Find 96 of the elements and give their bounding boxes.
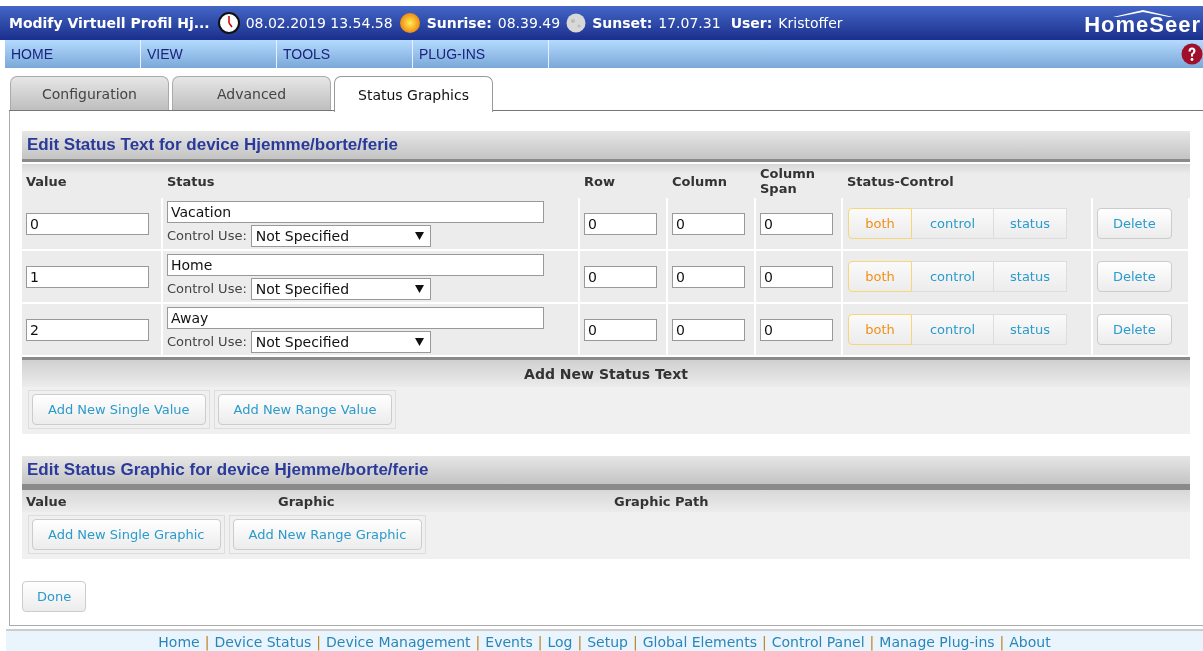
date-time: 08.02.2019 13.54.58 xyxy=(245,15,393,31)
mode-button[interactable]: both xyxy=(848,314,912,345)
control-use-label: Control Use: xyxy=(167,281,247,296)
column-header: Status xyxy=(166,173,216,189)
tab[interactable]: Status Graphics xyxy=(334,76,493,112)
roof-icon xyxy=(1112,10,1173,17)
mode-button[interactable]: status xyxy=(994,208,1067,239)
column-header: Value xyxy=(25,493,68,509)
separator: | xyxy=(577,634,583,650)
user-label: User: xyxy=(730,15,773,31)
status-field[interactable]: Away xyxy=(167,306,544,329)
caret-icon xyxy=(414,337,424,346)
value-field[interactable]: 1 xyxy=(26,265,149,288)
separator: | xyxy=(204,634,210,650)
user-name: Kristoffer xyxy=(778,15,843,31)
mode-button[interactable]: control xyxy=(912,314,994,345)
sunset-time: 17.07.31 xyxy=(658,15,721,31)
column-header: Status-Control xyxy=(846,173,955,189)
page-title: Modify Virtuell Profil Hj... xyxy=(9,15,210,31)
dropdown-value: Not Specified xyxy=(255,280,350,297)
mode-button[interactable]: both xyxy=(848,261,912,292)
menu-item[interactable]: PLUG-INS xyxy=(413,40,549,68)
dropdown-value: Not Specified xyxy=(255,333,350,350)
separator: | xyxy=(632,634,638,650)
column-span-field[interactable]: 0 xyxy=(760,318,833,341)
footer-link[interactable]: Device Management xyxy=(326,634,471,650)
section-title: Edit Status Graphic for device Hjemme/borte/ferie xyxy=(22,456,1190,487)
caret-icon xyxy=(414,284,424,293)
sunset-label: Sunset: xyxy=(592,15,653,31)
delete-button[interactable]: Delete xyxy=(1097,314,1172,345)
done-button[interactable]: Done xyxy=(22,581,87,612)
control-use-label: Control Use: xyxy=(167,334,247,349)
help-icon[interactable] xyxy=(1181,43,1203,65)
value-field[interactable]: 2 xyxy=(26,318,149,341)
add-value-button[interactable]: Add New Range Value xyxy=(217,394,393,425)
column-header: Column Span xyxy=(759,166,816,196)
value-field[interactable]: 0 xyxy=(26,212,149,235)
footer-link[interactable]: Setup xyxy=(587,634,628,650)
separator: | xyxy=(762,634,767,650)
sun-icon xyxy=(398,12,421,34)
column-field[interactable]: 0 xyxy=(672,318,745,341)
footer-link[interactable]: Events xyxy=(485,634,533,650)
logo: HomeSeer xyxy=(1084,14,1201,36)
tab[interactable]: Configuration xyxy=(10,76,169,111)
control-use-dropdown[interactable]: Not Specified xyxy=(250,330,431,353)
separator: | xyxy=(999,634,1005,650)
control-use-label: Control Use: xyxy=(167,228,247,243)
clock-icon xyxy=(217,12,240,34)
delete-button[interactable]: Delete xyxy=(1097,261,1172,292)
status-field[interactable]: Vacation xyxy=(167,200,544,223)
mode-button[interactable]: control xyxy=(912,208,994,239)
column-header: Column xyxy=(671,173,728,189)
status-field[interactable]: Home xyxy=(167,253,544,276)
sunrise-label: Sunrise: xyxy=(426,15,492,31)
menu-item[interactable]: TOOLS xyxy=(277,40,413,68)
moon-icon xyxy=(566,13,587,33)
control-use-dropdown[interactable]: Not Specified xyxy=(250,224,431,247)
footer-link[interactable]: Global Elements xyxy=(642,634,758,650)
column-header: Row xyxy=(583,173,616,189)
add-graphic-button[interactable]: Add New Range Graphic xyxy=(232,519,423,550)
column-span-field[interactable]: 0 xyxy=(760,265,833,288)
mode-button[interactable]: control xyxy=(912,261,994,292)
tab[interactable]: Advanced xyxy=(172,76,331,111)
add-graphic-button[interactable]: Add New Single Graphic xyxy=(32,519,221,550)
separator: | xyxy=(316,634,322,650)
column-header: Graphic Path xyxy=(613,493,709,509)
add-status-title: Add New Status Text xyxy=(22,357,1190,387)
row-field[interactable]: 0 xyxy=(584,318,657,341)
mode-button[interactable]: both xyxy=(848,208,912,239)
add-value-button[interactable]: Add New Single Value xyxy=(32,394,206,425)
section-title: Edit Status Text for device Hjemme/borte/ferie xyxy=(22,131,1190,162)
control-use-dropdown[interactable]: Not Specified xyxy=(250,277,431,300)
mode-button[interactable]: status xyxy=(994,314,1067,345)
footer-link[interactable]: About xyxy=(1009,634,1051,650)
mode-button[interactable]: status xyxy=(994,261,1067,292)
column-field[interactable]: 0 xyxy=(672,212,745,235)
separator: | xyxy=(869,634,875,650)
column-field[interactable]: 0 xyxy=(672,265,745,288)
menu-item[interactable]: VIEW xyxy=(141,40,277,68)
column-header: Graphic xyxy=(277,493,336,509)
row-field[interactable]: 0 xyxy=(584,212,657,235)
footer-link[interactable]: Control Panel xyxy=(771,634,865,650)
delete-button[interactable]: Delete xyxy=(1097,208,1172,239)
separator: | xyxy=(475,634,481,650)
sunrise-time: 08.39.49 xyxy=(497,15,561,31)
column-span-field[interactable]: 0 xyxy=(760,212,833,235)
row-field[interactable]: 0 xyxy=(584,265,657,288)
column-header: Value xyxy=(25,173,68,189)
footer-link[interactable]: Log xyxy=(547,634,573,650)
footer-link[interactable]: Home xyxy=(158,634,200,650)
footer-link[interactable]: Device Status xyxy=(214,634,312,650)
footer-link[interactable]: Manage Plug-ins xyxy=(879,634,995,650)
caret-icon xyxy=(414,231,424,240)
dropdown-value: Not Specified xyxy=(255,227,350,244)
menu-item[interactable]: HOME xyxy=(5,40,141,68)
separator: | xyxy=(537,634,543,650)
